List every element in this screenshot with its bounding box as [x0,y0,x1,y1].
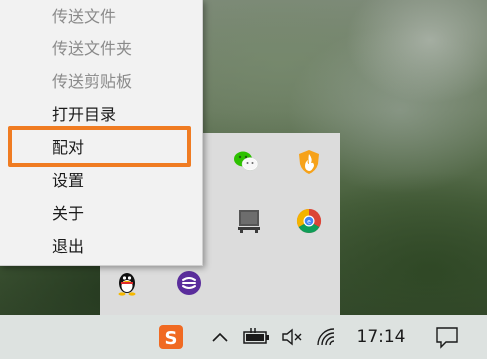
highlight-box-pair [8,126,191,167]
svg-text:S: S [165,328,178,349]
wechat-icon[interactable] [232,148,260,176]
menu-item-exit[interactable]: 退出 [52,235,192,259]
menu-item-send-clipboard: 传送剪贴板 [52,72,133,91]
taskbar-clock[interactable]: 17:14 [350,315,412,359]
chevron-up-icon[interactable] [208,315,232,359]
menu-item-send-file: 传送文件 [52,7,117,26]
battery-charging-icon[interactable] [240,315,272,359]
purple-app-icon[interactable] [175,269,203,297]
chrome-icon[interactable]: e [295,207,323,235]
fire-shield-icon[interactable] [295,148,323,176]
menu-item-settings[interactable]: 设置 [52,169,192,193]
qq-penguin-icon[interactable] [113,269,141,297]
taskbar: S 17:14 [0,315,487,359]
sogou-input-icon[interactable]: S [154,315,188,359]
volume-muted-icon[interactable] [279,315,305,359]
notification-icon[interactable] [430,315,464,359]
menu-item-send-folder: 传送文件夹 [52,39,133,58]
menu-item-open-directory[interactable]: 打开目录 [52,103,192,127]
device-icon[interactable] [235,207,263,235]
menu-item-about[interactable]: 关于 [52,202,192,226]
svg-text:e: e [307,219,311,226]
wifi-icon[interactable] [314,315,342,359]
